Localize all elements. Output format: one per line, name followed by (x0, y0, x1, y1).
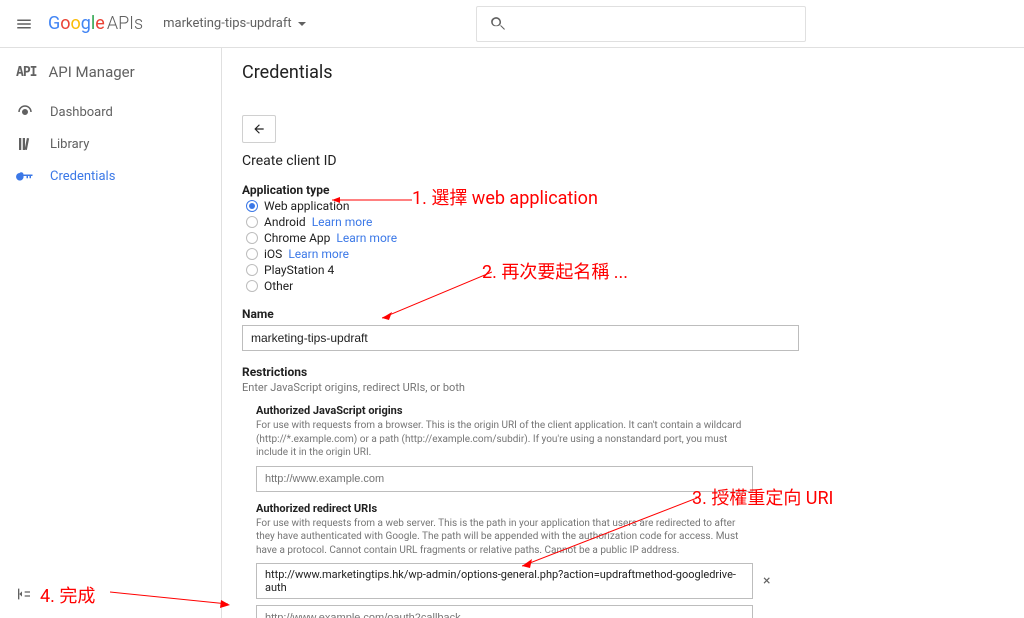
radio-web-application[interactable]: Web application (242, 199, 1024, 213)
radio-icon (246, 216, 258, 228)
radio-label: iOS (264, 247, 282, 261)
redirect-uri-input-2[interactable] (256, 605, 753, 618)
redirect-uris-desc: For use with requests from a web server.… (256, 517, 756, 558)
page-title: Credentials (242, 48, 1024, 97)
key-icon (16, 167, 34, 185)
sidebar-title: API Manager (48, 63, 134, 81)
redirect-uris-label: Authorized redirect URIs (256, 502, 1024, 515)
sidebar-item-label: Library (50, 137, 89, 152)
menu-icon[interactable] (0, 0, 48, 48)
google-apis-logo: Google APIs (48, 13, 143, 34)
search-input[interactable] (476, 6, 806, 42)
redirect-uri-input-1[interactable]: http://www.marketingtips.hk/wp-admin/opt… (256, 563, 753, 599)
radio-ios[interactable]: iOS Learn more (242, 247, 1024, 261)
js-origins-label: Authorized JavaScript origins (256, 404, 1024, 417)
project-selector[interactable]: marketing-tips-updraft (163, 16, 306, 31)
collapse-sidebar-icon[interactable] (16, 586, 32, 606)
remove-uri-button[interactable]: × (759, 573, 774, 589)
radio-icon (246, 280, 258, 292)
sidebar-item-dashboard[interactable]: Dashboard (0, 96, 221, 128)
name-label: Name (242, 307, 1024, 321)
chevron-down-icon (298, 22, 306, 26)
js-origin-input[interactable] (256, 466, 753, 492)
radio-label: Chrome App (264, 231, 330, 245)
back-button[interactable] (242, 115, 276, 143)
js-origins-desc: For use with requests from a browser. Th… (256, 419, 756, 460)
radio-ps4[interactable]: PlayStation 4 (242, 263, 1024, 277)
top-header: Google APIs marketing-tips-updraft (0, 0, 1024, 48)
project-name: marketing-tips-updraft (163, 16, 292, 31)
sidebar-item-library[interactable]: Library (0, 128, 221, 160)
radio-label: Android (264, 215, 306, 229)
radio-icon (246, 264, 258, 276)
form-title: Create client ID (242, 153, 1024, 169)
radio-chrome-app[interactable]: Chrome App Learn more (242, 231, 1024, 245)
radio-label: Other (264, 279, 293, 293)
radio-label: Web application (264, 199, 350, 213)
dashboard-icon (16, 103, 34, 121)
radio-icon (246, 232, 258, 244)
library-icon (16, 135, 34, 153)
radio-other[interactable]: Other (242, 279, 1024, 293)
main-content: Credentials Create client ID Application… (222, 48, 1024, 618)
sidebar-item-credentials[interactable]: Credentials (0, 160, 221, 192)
app-type-label: Application type (242, 183, 1024, 197)
sidebar-item-label: Dashboard (50, 105, 113, 120)
restrictions-subtext: Enter JavaScript origins, redirect URIs,… (242, 381, 1024, 394)
learn-more-link[interactable]: Learn more (312, 215, 373, 229)
radio-label: PlayStation 4 (264, 263, 334, 277)
learn-more-link[interactable]: Learn more (336, 231, 397, 245)
sidebar: API API Manager Dashboard Library Creden… (0, 48, 222, 618)
restrictions-label: Restrictions (242, 365, 1024, 379)
sidebar-item-label: Credentials (50, 169, 115, 184)
sidebar-header: API API Manager (0, 48, 221, 96)
radio-android[interactable]: Android Learn more (242, 215, 1024, 229)
search-icon (489, 15, 507, 33)
name-input[interactable] (242, 325, 799, 351)
radio-icon (246, 248, 258, 260)
radio-icon (246, 200, 258, 212)
learn-more-link[interactable]: Learn more (288, 247, 349, 261)
api-icon: API (16, 65, 36, 80)
